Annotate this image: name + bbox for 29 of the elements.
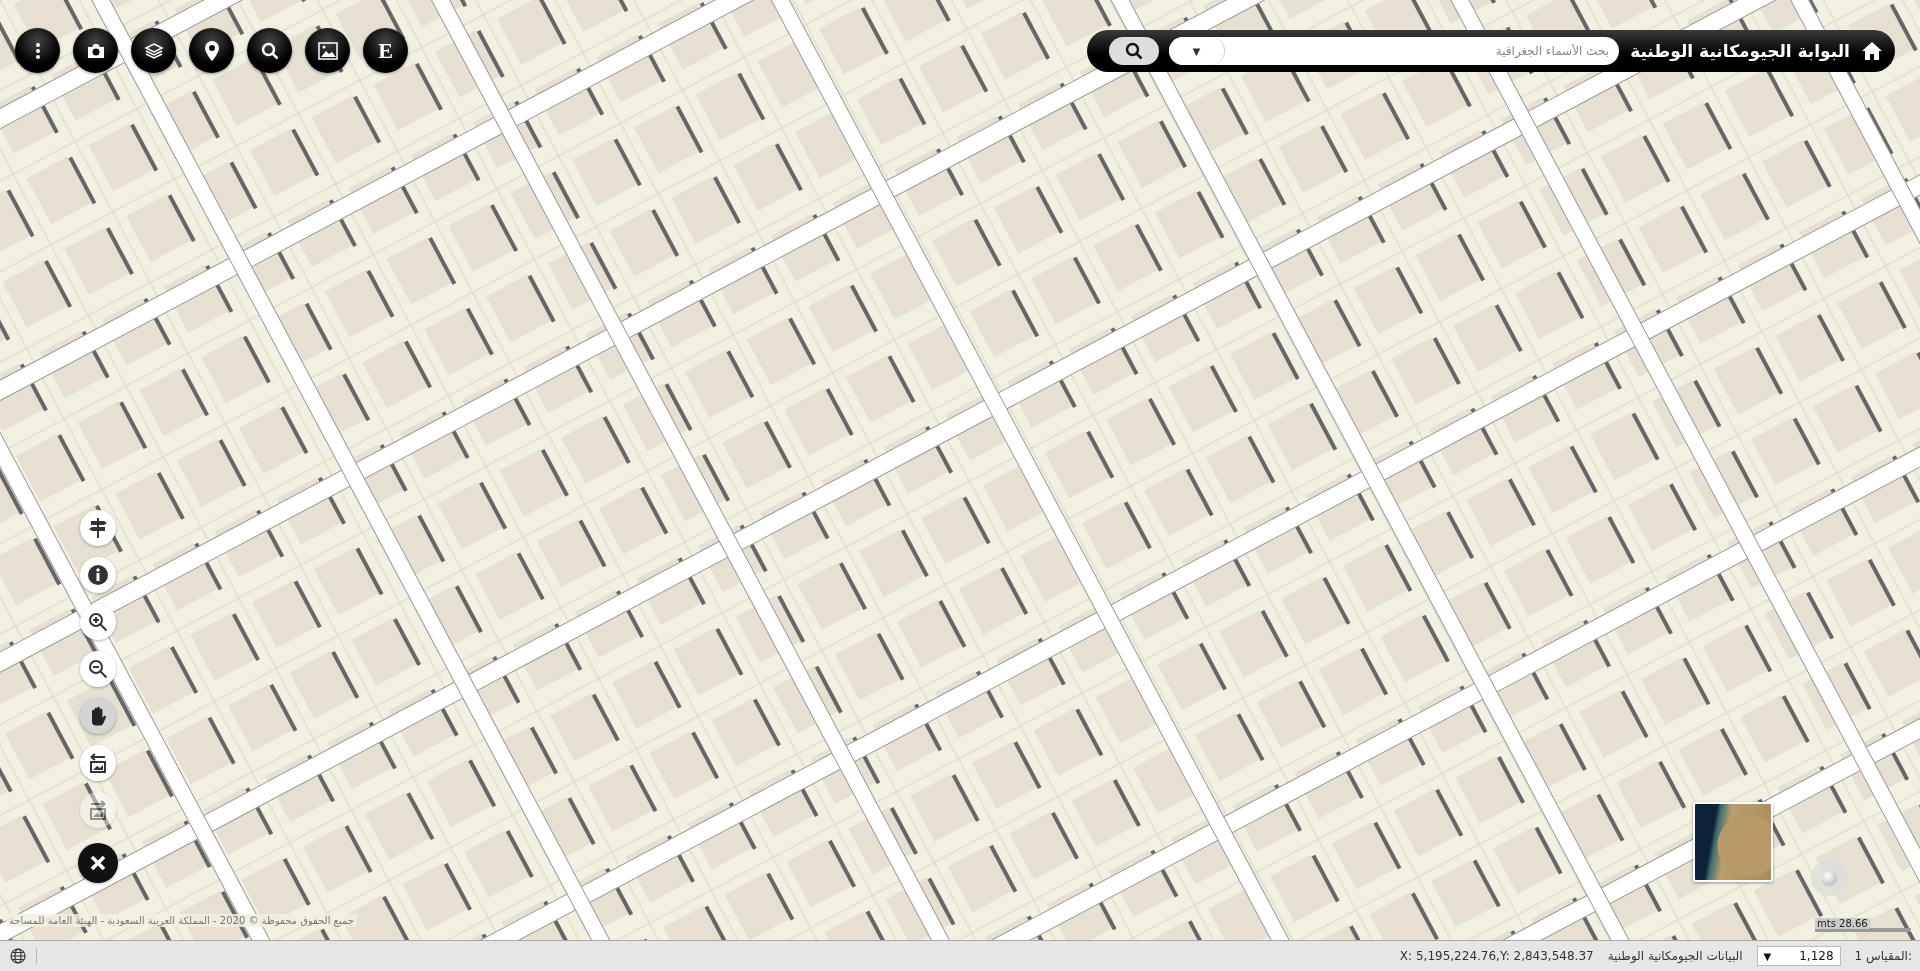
scale-label: المقياس 1: — [1854, 949, 1912, 963]
place-name-search-field[interactable]: ▼ بحث الأسماء الجغرافية — [1169, 37, 1619, 65]
data-source-label: البيانات الجيومكانية الوطنية — [1607, 949, 1743, 963]
coordinates-readout: X: 5,195,224.76,Y: 2,843,548.37 — [1399, 949, 1594, 963]
portal-title: البوابة الجيومكانية الوطنية — [1629, 41, 1851, 61]
scale-dropdown[interactable]: 1,128 ▼ — [1756, 946, 1841, 966]
layers-icon — [143, 41, 164, 60]
map-pin-icon — [203, 39, 220, 62]
hand-icon — [89, 706, 107, 726]
search-icon — [1125, 42, 1143, 60]
copyright-notice: جميع الحقوق محفوظة © 2020 - المملكة العربية السعودية - الهيئة العامة للمساحة — [6, 914, 357, 927]
satellite-overview-map[interactable] — [1693, 802, 1773, 882]
home-icon — [1861, 41, 1883, 61]
right-arrow-map-icon — [88, 800, 108, 820]
camera-icon — [85, 42, 106, 59]
info-icon — [88, 565, 108, 585]
close-icon — [90, 855, 106, 871]
signpost-icon — [89, 518, 107, 538]
menu-icon — [34, 41, 41, 60]
search-icon — [260, 41, 279, 60]
zoom-out-icon — [88, 659, 108, 679]
left-arrow-map-icon — [88, 753, 108, 773]
search-button[interactable] — [1109, 37, 1159, 65]
zoom-in-icon — [88, 612, 108, 632]
scale-bar: mts 28.66 — [1815, 912, 1911, 932]
globe-icon[interactable] — [10, 948, 37, 964]
home-button[interactable] — [1861, 41, 1883, 61]
dropdown-button[interactable]: ▼ — [1169, 37, 1225, 65]
image-icon — [317, 41, 338, 60]
